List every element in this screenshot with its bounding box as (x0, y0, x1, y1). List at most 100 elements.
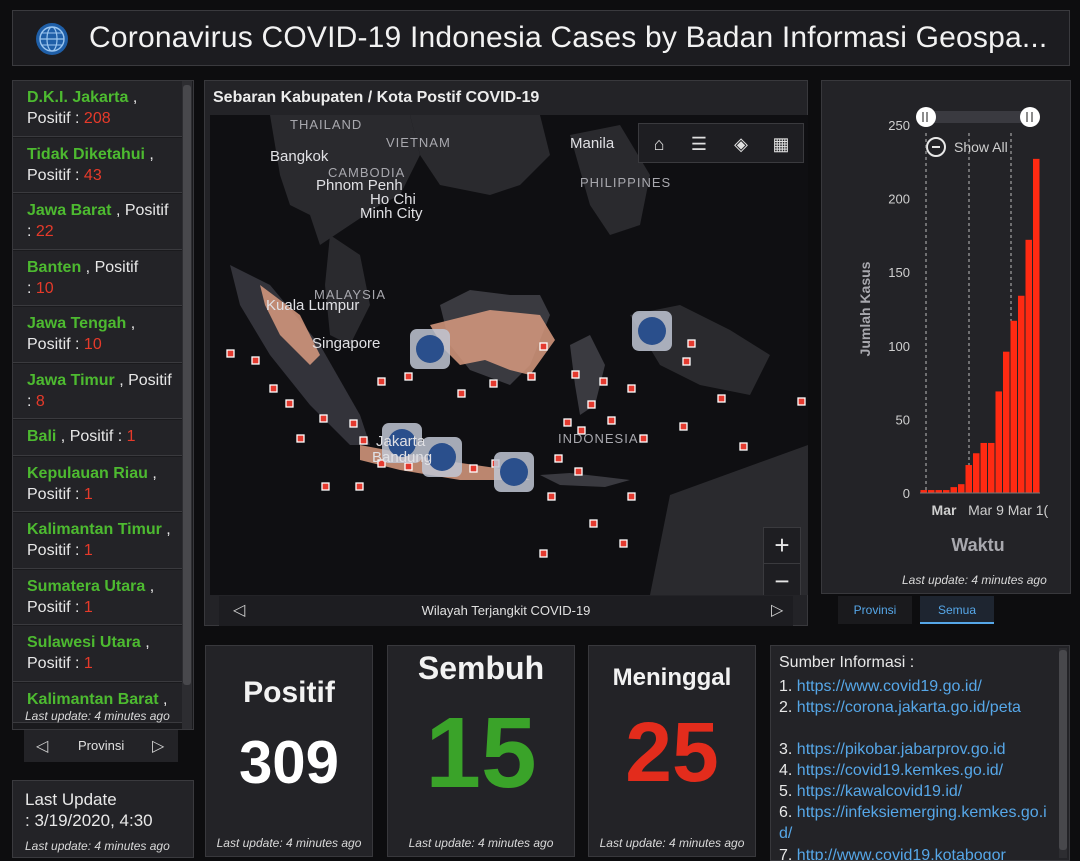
sources-scrollbar[interactable] (1059, 648, 1067, 858)
stat-positif-value: 309 (238, 729, 340, 796)
province-count: 1 (83, 542, 93, 559)
y-tick-label: 250 (888, 118, 910, 133)
chart-bar (958, 484, 965, 493)
cases-chart[interactable]: Show All 0 50 100 150 200 250 Mar Mar 9 Mar 1(Wak… (822, 81, 1070, 567)
home-icon[interactable]: ⌂ (645, 130, 673, 158)
source-link[interactable]: https://pikobar.jabarprov.go.id (797, 741, 1006, 758)
zoom-control: + − (763, 527, 801, 595)
source-number: 4. (779, 762, 793, 779)
map-place-label: Kuala Lumpur (266, 297, 360, 314)
map-place-label: Manila (570, 135, 615, 152)
zoom-out-button[interactable]: − (764, 564, 800, 595)
list-item[interactable]: Bali , Positif : 1 (13, 420, 183, 456)
map-next-arrow-icon[interactable]: ▷ (771, 600, 783, 620)
chart-bar (965, 465, 972, 493)
map-title: Sebaran Kabupaten / Kota Postif COVID-19 (213, 89, 540, 106)
list-item[interactable]: Jawa Timur , Positif : 8 (13, 364, 183, 419)
next-arrow-icon[interactable]: ▷ (152, 736, 164, 756)
sources-panel: Sumber Informasi : 1. https://www.covid1… (770, 645, 1070, 861)
chart-tabs: Provinsi Semua (838, 596, 994, 626)
app-header: Coronavirus COVID-19 Indonesia Cases by … (12, 10, 1070, 66)
chart-bar (1025, 239, 1032, 493)
source-item: 5. https://kawalcovid19.id/ (779, 781, 1055, 802)
x-tick-label: Mar 1( (1008, 502, 1049, 518)
province-name: Jawa Tengah (27, 315, 127, 332)
basemap-gallery-icon[interactable]: ▦ (767, 130, 795, 158)
source-link[interactable]: https://www.covid19.go.id/ (797, 678, 982, 695)
y-tick-label: 50 (896, 412, 910, 427)
source-link[interactable]: https://kawalcovid19.id/ (797, 783, 962, 800)
province-name: Sumatera Utara (27, 578, 146, 595)
province-name: D.K.I. Jakarta (27, 89, 129, 106)
source-number: 1. (779, 678, 793, 695)
stat-sembuh-update: Last update: 4 minutes ago (408, 836, 554, 850)
tab-provinsi[interactable]: Provinsi (838, 596, 912, 624)
chart-bar (950, 487, 957, 493)
chart-bar (1003, 351, 1010, 493)
chart-bar (995, 391, 1002, 493)
province-list-scrollbar[interactable] (182, 81, 192, 729)
list-item[interactable]: Jawa Tengah , Positif : 10 (13, 307, 183, 363)
list-item[interactable]: Kepulauan Riau , Positif : 1 (13, 457, 183, 512)
map-view[interactable]: THAILAND VIETNAM Bangkok CAMBODIA Phnom Penh… (210, 115, 808, 595)
stat-positif-label: Positif (243, 676, 335, 709)
y-tick-label: 0 (903, 486, 910, 501)
list-item[interactable]: Banten , Positif: 10 (13, 251, 183, 306)
province-count: 1 (126, 428, 136, 445)
province-label: Positif : (27, 167, 80, 184)
last-update-footer: Last update: 4 minutes ago (25, 839, 170, 853)
province-count: 1 (83, 599, 93, 616)
x-axis-label: Waktu (951, 535, 1004, 555)
map-place-label: Singapore (312, 335, 381, 352)
chart-update: Last update: 4 minutes ago (902, 573, 1047, 587)
source-link[interactable]: https://covid19.kemkes.go.id/ (797, 762, 1003, 779)
province-name: Kalimantan Barat (27, 691, 159, 708)
map-footer: ◁ Wilayah Terjangkit COVID-19 ▷ (219, 596, 793, 626)
stat-positif-update: Last update: 4 minutes ago (216, 836, 362, 850)
source-link[interactable]: https://infeksiemerging.kemkes.go.id/ (779, 804, 1047, 842)
map-canvas (226, 115, 808, 595)
last-update-box: Last Update : 3/19/2020, 4:30 Last updat… (12, 780, 194, 858)
tab-semua[interactable]: Semua (920, 596, 994, 624)
y-tick-label: 200 (888, 192, 910, 207)
province-label: Positif : (69, 428, 123, 445)
source-item: 2. https://corona.jakarta.go.id/peta (779, 697, 1055, 718)
map-panel: Sebaran Kabupaten / Kota Postif COVID-19 (204, 80, 808, 626)
stat-sembuh-value: 15 (425, 697, 537, 809)
source-link[interactable]: http://www.covid19.kotabogor (797, 847, 1006, 860)
map-place-label: THAILAND (290, 117, 363, 132)
brush-handle-right-icon (1020, 107, 1040, 127)
province-name: Kalimantan Timur (27, 521, 162, 538)
list-item[interactable]: Sulawesi Utara , Positif : 1 (13, 626, 183, 682)
list-item[interactable]: Sumatera Utara , Positif : 1 (13, 570, 183, 625)
list-item[interactable]: Jawa Barat , Positif : 22 (13, 194, 183, 250)
province-count: 208 (83, 110, 111, 127)
layers-icon[interactable]: ◈ (727, 130, 755, 158)
list-item[interactable]: Tidak Diketahui , Positif : 43 (13, 138, 183, 193)
province-label: Positif : (27, 486, 80, 503)
zoom-in-button[interactable]: + (764, 528, 800, 564)
map-place-label: Bandung (372, 449, 433, 466)
province-label: Positif : (27, 599, 80, 616)
stat-sembuh: Sembuh 15 Last update: 4 minutes ago (387, 645, 575, 857)
province-name: Jawa Barat (27, 202, 112, 219)
list-item[interactable]: Kalimantan Timur , Positif : 1 (13, 513, 183, 569)
list-item[interactable]: D.K.I. Jakarta , Positif : 208 (13, 81, 183, 137)
map-place-label: PHILIPPINES (580, 175, 672, 190)
legend-list-icon[interactable]: ☰ (685, 130, 713, 158)
province-list[interactable]: D.K.I. Jakarta , Positif : 208 Tidak Dike… (12, 80, 194, 730)
brush-handle-left-icon (916, 107, 936, 127)
province-name: Banten (27, 259, 82, 276)
chart-bar (1010, 320, 1017, 493)
source-number: 3. (779, 741, 793, 758)
province-name: Tidak Diketahui (27, 146, 145, 163)
province-count: 1 (83, 486, 93, 503)
sources-heading: Sumber Informasi : (779, 654, 915, 671)
source-number: 7. (779, 847, 793, 861)
chart-bar (1033, 158, 1040, 493)
stat-meninggal: Meninggal 25 Last update: 4 minutes ago (588, 645, 756, 857)
source-link[interactable]: https://corona.jakarta.go.id/peta (797, 699, 1021, 716)
prev-arrow-icon[interactable]: ◁ (36, 736, 48, 756)
globe-icon (36, 23, 68, 55)
chart-bar (973, 453, 980, 493)
